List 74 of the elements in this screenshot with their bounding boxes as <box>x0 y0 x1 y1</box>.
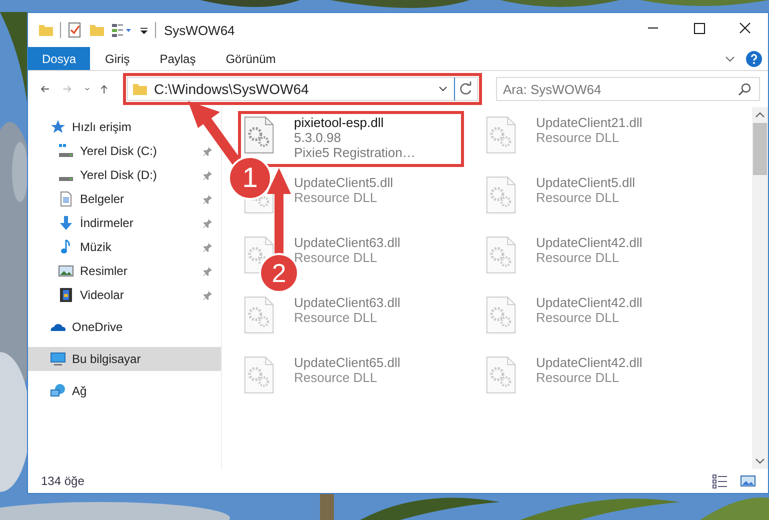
large-icons-view-icon[interactable] <box>740 473 756 489</box>
search-icon[interactable] <box>738 82 752 96</box>
pin-icon[interactable] <box>202 242 213 252</box>
item-count: 134 öğe <box>41 474 84 488</box>
pin-icon[interactable] <box>202 290 213 300</box>
file-detail: Resource DLL <box>536 190 620 205</box>
image-icon <box>58 263 74 279</box>
refresh-icon[interactable] <box>454 77 478 101</box>
file-detail: Resource DLL <box>294 370 378 385</box>
settings-file-icon <box>243 355 275 395</box>
settings-file-icon <box>485 115 517 155</box>
file-detail: Resource DLL <box>536 130 620 145</box>
settings-file-icon <box>485 235 517 275</box>
settings-file-icon <box>243 115 275 155</box>
file-name[interactable]: UpdateClient42.dll <box>536 235 642 250</box>
search-field[interactable]: Ara: SysWOW64 <box>496 77 760 101</box>
settings-file-icon <box>485 355 517 395</box>
file-detail: Resource DLL <box>536 370 620 385</box>
drive-icon <box>58 176 74 182</box>
file-detail: 5.3.0.98 <box>294 130 342 145</box>
file-name[interactable]: UpdateClient42.dll <box>536 355 642 370</box>
pin-icon[interactable] <box>202 146 213 156</box>
details-view-icon[interactable] <box>712 473 728 489</box>
ribbon-tab[interactable]: Görünüm <box>210 47 291 70</box>
ribbon-tab[interactable]: Paylaş <box>144 47 211 70</box>
file-detail: Resource DLL <box>294 310 378 325</box>
scrollbar[interactable] <box>752 107 768 469</box>
drive-icon <box>58 143 74 159</box>
file-name[interactable]: UpdateClient63.dll <box>294 295 400 310</box>
file-name[interactable]: UpdateClient63.dll <box>294 235 400 250</box>
file-detail: Resource DLL <box>536 250 620 265</box>
nav-item[interactable]: Bu bilgisayar <box>28 347 221 371</box>
pin-icon[interactable] <box>202 194 213 204</box>
file-name[interactable]: pixietool-esp.dll <box>294 115 416 130</box>
nav-item[interactable]: Belgeler <box>28 187 221 211</box>
file-name[interactable]: UpdateClient5.dll <box>294 175 394 190</box>
monitor-icon <box>50 351 66 367</box>
nav-item[interactable]: OneDrive <box>28 315 131 339</box>
file-detail: Resource DLL <box>294 250 378 265</box>
nav-item[interactable]: Hızlı erişim <box>28 115 140 139</box>
ribbon-tab[interactable]: Dosya <box>28 47 90 70</box>
document-icon <box>58 191 74 207</box>
file-detail: Resource DLL <box>294 190 378 205</box>
nav-item[interactable]: Ağ <box>28 379 95 403</box>
file-name[interactable]: UpdateClient21.dll <box>536 115 642 130</box>
settings-file-icon <box>485 295 517 335</box>
pin-icon[interactable] <box>202 266 213 276</box>
file-detail: Resource DLL <box>536 310 620 325</box>
pin-icon[interactable] <box>202 170 213 180</box>
file-detail: Pixie5 Registration… <box>294 145 416 160</box>
settings-file-icon <box>485 175 517 215</box>
file-name[interactable]: UpdateClient5.dll <box>536 175 636 190</box>
view-options-icon[interactable] <box>111 22 133 38</box>
folder-icon <box>132 81 148 97</box>
ribbon-tab[interactable]: Giriş <box>90 47 145 70</box>
nav-item[interactable]: Müzik <box>28 235 221 259</box>
address-field[interactable]: C:\Windows\SysWOW64 <box>126 77 455 101</box>
nav-item[interactable]: Videolar <box>28 283 221 307</box>
star-icon <box>50 119 66 135</box>
nav-item[interactable]: Yerel Disk (D:) <box>28 163 221 187</box>
network-icon <box>50 383 66 399</box>
nav-item[interactable]: Yerel Disk (C:) <box>28 139 221 163</box>
nav-item[interactable]: İndirmeler <box>28 211 221 235</box>
file-name[interactable]: UpdateClient65.dll <box>294 355 400 370</box>
window-title: SysWOW64 <box>164 22 235 38</box>
film-icon <box>58 287 74 303</box>
properties-icon[interactable] <box>67 22 83 38</box>
file-name[interactable]: UpdateClient42.dll <box>536 295 642 310</box>
settings-file-icon <box>243 295 275 335</box>
help-icon[interactable] <box>746 50 762 66</box>
scrollbar-thumb[interactable] <box>753 123 767 175</box>
download-icon <box>58 215 74 231</box>
nav-item[interactable]: Resimler <box>28 259 221 283</box>
pin-icon[interactable] <box>202 218 213 228</box>
